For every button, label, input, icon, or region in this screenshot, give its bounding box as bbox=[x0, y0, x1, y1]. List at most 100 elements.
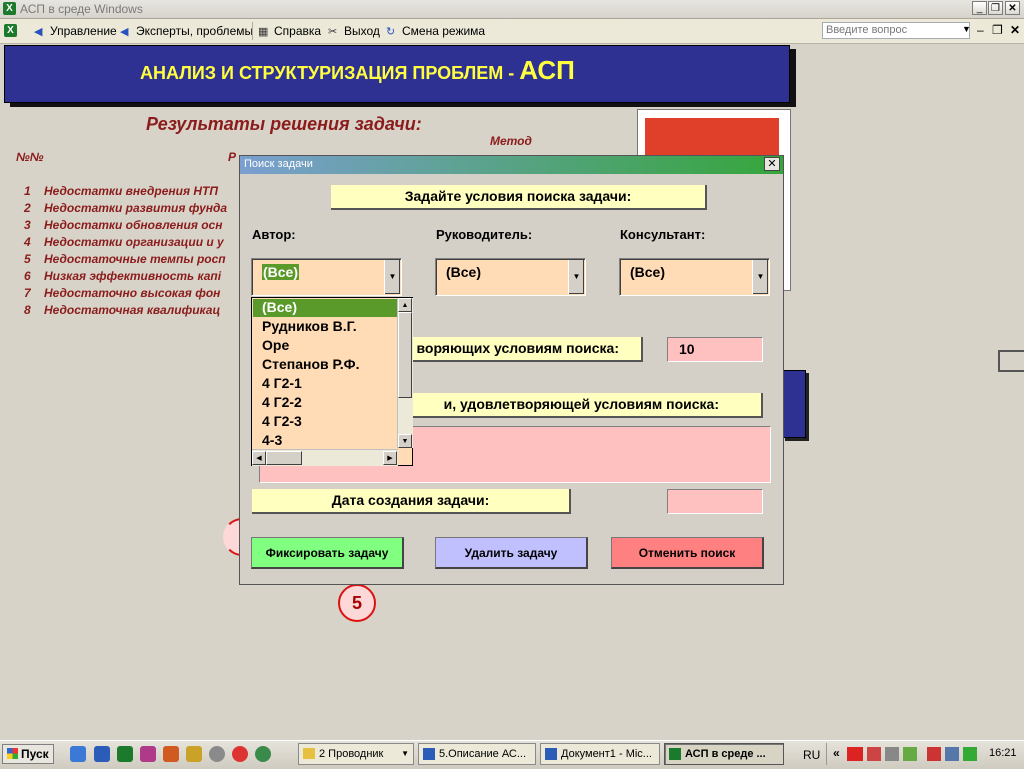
chevron-down-icon[interactable]: ▼ bbox=[752, 260, 768, 294]
menu-item-switch-mode[interactable]: ↻ Смена режима bbox=[386, 24, 485, 38]
sheet-menu-icon[interactable]: X bbox=[4, 24, 17, 37]
network-icon[interactable] bbox=[867, 747, 881, 761]
dropdown-option[interactable]: (Все) bbox=[262, 299, 297, 315]
dropdown-option[interactable]: 4 Г2-3 bbox=[262, 413, 302, 429]
ie-icon[interactable] bbox=[70, 746, 86, 762]
creation-date-label: Дата создания задачи: bbox=[252, 489, 571, 514]
language-indicator[interactable]: RU bbox=[803, 748, 820, 762]
manager-combo-value: (Все) bbox=[446, 264, 482, 280]
result-row-text[interactable]: Низкая эффективность капі bbox=[44, 269, 221, 283]
dialog-close-button[interactable]: ✕ bbox=[764, 157, 780, 171]
creation-date-field[interactable] bbox=[667, 489, 763, 514]
result-row-text[interactable]: Недостаточно высокая фон bbox=[44, 286, 220, 300]
doc-restore-button[interactable]: ❐ bbox=[992, 23, 1003, 37]
matching-count-value: 10 bbox=[667, 337, 763, 362]
fix-task-button[interactable]: Фиксировать задачу bbox=[251, 537, 404, 569]
result-row-number: 7 bbox=[24, 286, 31, 300]
opera-icon[interactable] bbox=[232, 746, 248, 762]
antivirus-icon[interactable] bbox=[927, 747, 941, 761]
close-button[interactable]: ✕ bbox=[1005, 1, 1020, 15]
maximize-button[interactable]: ❐ bbox=[988, 1, 1003, 15]
refresh-icon: ↻ bbox=[386, 26, 396, 38]
shield-icon[interactable] bbox=[186, 746, 202, 762]
col-r-header: Р bbox=[228, 150, 237, 164]
consultant-combo-value: (Все) bbox=[630, 264, 666, 280]
clock[interactable]: 16:21 bbox=[989, 747, 1017, 759]
globe-icon[interactable] bbox=[255, 746, 271, 762]
chevron-down-icon[interactable]: ▼ bbox=[384, 260, 400, 294]
folder-icon bbox=[303, 748, 315, 759]
dialog-title: Поиск задачи bbox=[244, 158, 313, 170]
result-row-number: 3 bbox=[24, 218, 31, 232]
volume-icon[interactable] bbox=[885, 747, 899, 761]
dropdown-option[interactable]: 4-3 bbox=[262, 432, 282, 448]
dropdown-option[interactable]: 4 Г2-1 bbox=[262, 375, 302, 391]
scroll-up-icon[interactable]: ▲ bbox=[398, 298, 412, 312]
window-title: АСП в среде Windows bbox=[20, 2, 143, 16]
task-description-doc[interactable]: 5.Описание АС... bbox=[418, 743, 536, 765]
word-icon bbox=[545, 748, 557, 760]
dropdown-vertical-scrollbar[interactable]: ▲ ▼ bbox=[397, 298, 413, 448]
ati-icon[interactable] bbox=[847, 747, 863, 761]
system-tray: « 16:21 bbox=[826, 743, 1023, 765]
arrow-left-icon: ◀ bbox=[34, 26, 43, 38]
author-combo[interactable]: (Все) ▼ bbox=[251, 258, 402, 296]
result-row-text[interactable]: Недостатки развития фунда bbox=[44, 201, 227, 215]
dropdown-option[interactable]: 4 Г2-2 bbox=[262, 394, 302, 410]
result-row-text[interactable]: Недостатки внедрения НТП bbox=[44, 184, 218, 198]
result-row-number: 8 bbox=[24, 303, 31, 317]
ask-question-input[interactable]: Введите вопрос bbox=[822, 22, 970, 39]
disc-icon[interactable] bbox=[209, 746, 225, 762]
menu-item-exit[interactable]: ✂ Выход bbox=[328, 24, 380, 38]
result-row-text[interactable]: Недостаточная квалификац bbox=[44, 303, 220, 317]
col-method-header: Метод bbox=[490, 134, 532, 148]
table-icon: ▦ bbox=[258, 26, 269, 38]
scroll-right-icon[interactable]: ▶ bbox=[383, 451, 397, 465]
author-dropdown-list: (Все) Рудников В.Г. Оре Степанов Р.Ф. 4 … bbox=[251, 297, 413, 466]
page-title-acronym: АСП bbox=[519, 55, 575, 85]
title-bar: X АСП в среде Windows _ ❐ ✕ bbox=[0, 0, 1024, 19]
scroll-down-icon[interactable]: ▼ bbox=[398, 434, 412, 448]
scroll-left-icon[interactable]: ◀ bbox=[252, 451, 266, 465]
dropdown-horizontal-scrollbar[interactable]: ◀ ▶ bbox=[252, 449, 398, 466]
excel-icon[interactable] bbox=[117, 746, 133, 762]
cancel-search-button[interactable]: Отменить поиск bbox=[611, 537, 764, 569]
monitor-icon[interactable] bbox=[945, 747, 959, 761]
menu-item-help[interactable]: ▦ Справка bbox=[258, 24, 321, 38]
menu-item-experts[interactable]: ◀ Эксперты, проблемы bbox=[120, 24, 253, 38]
diagram-node[interactable]: 5 bbox=[338, 584, 376, 622]
chevron-down-icon[interactable]: ▼ bbox=[568, 260, 584, 294]
delete-task-button[interactable]: Удалить задачу bbox=[435, 537, 588, 569]
excel-icon bbox=[669, 748, 681, 760]
dropdown-option[interactable]: Рудников В.Г. bbox=[262, 318, 357, 334]
doc-minimize-button[interactable]: – bbox=[977, 23, 984, 37]
result-row-text[interactable]: Недостаточные темпы росп bbox=[44, 252, 226, 266]
ask-dropdown-icon[interactable]: ▼ bbox=[962, 24, 971, 34]
start-button[interactable]: Пуск bbox=[2, 744, 54, 764]
dropdown-option[interactable]: Оре bbox=[262, 337, 289, 353]
result-row-number: 6 bbox=[24, 269, 31, 283]
menu-item-management[interactable]: ◀ Управление bbox=[34, 24, 117, 38]
task-document1[interactable]: Документ1 - Mic... bbox=[540, 743, 660, 765]
access-icon[interactable] bbox=[140, 746, 156, 762]
scroll-thumb[interactable] bbox=[398, 312, 412, 398]
task-asp[interactable]: АСП в среде ... bbox=[664, 743, 784, 765]
tray-expand-icon[interactable]: « bbox=[833, 746, 840, 760]
result-row-text[interactable]: Недостатки организации и у bbox=[44, 235, 224, 249]
result-row-text[interactable]: Недостатки обновления осн bbox=[44, 218, 222, 232]
word-icon bbox=[423, 748, 435, 760]
result-row-number: 1 bbox=[24, 184, 31, 198]
minimize-button[interactable]: _ bbox=[972, 1, 987, 15]
manager-combo[interactable]: (Все) ▼ bbox=[435, 258, 586, 296]
consultant-label: Консультант: bbox=[620, 227, 706, 242]
powerpoint-icon[interactable] bbox=[163, 746, 179, 762]
tray-app-icon[interactable] bbox=[903, 747, 917, 761]
task-explorer[interactable]: 2 Проводник ▼ bbox=[298, 743, 414, 765]
result-row-number: 2 bbox=[24, 201, 31, 215]
doc-close-button[interactable]: ✕ bbox=[1010, 23, 1020, 37]
scroll-thumb[interactable] bbox=[266, 451, 302, 465]
word-icon[interactable] bbox=[94, 746, 110, 762]
tray-app-icon[interactable] bbox=[963, 747, 977, 761]
dropdown-option[interactable]: Степанов Р.Ф. bbox=[262, 356, 359, 372]
consultant-combo[interactable]: (Все) ▼ bbox=[619, 258, 770, 296]
